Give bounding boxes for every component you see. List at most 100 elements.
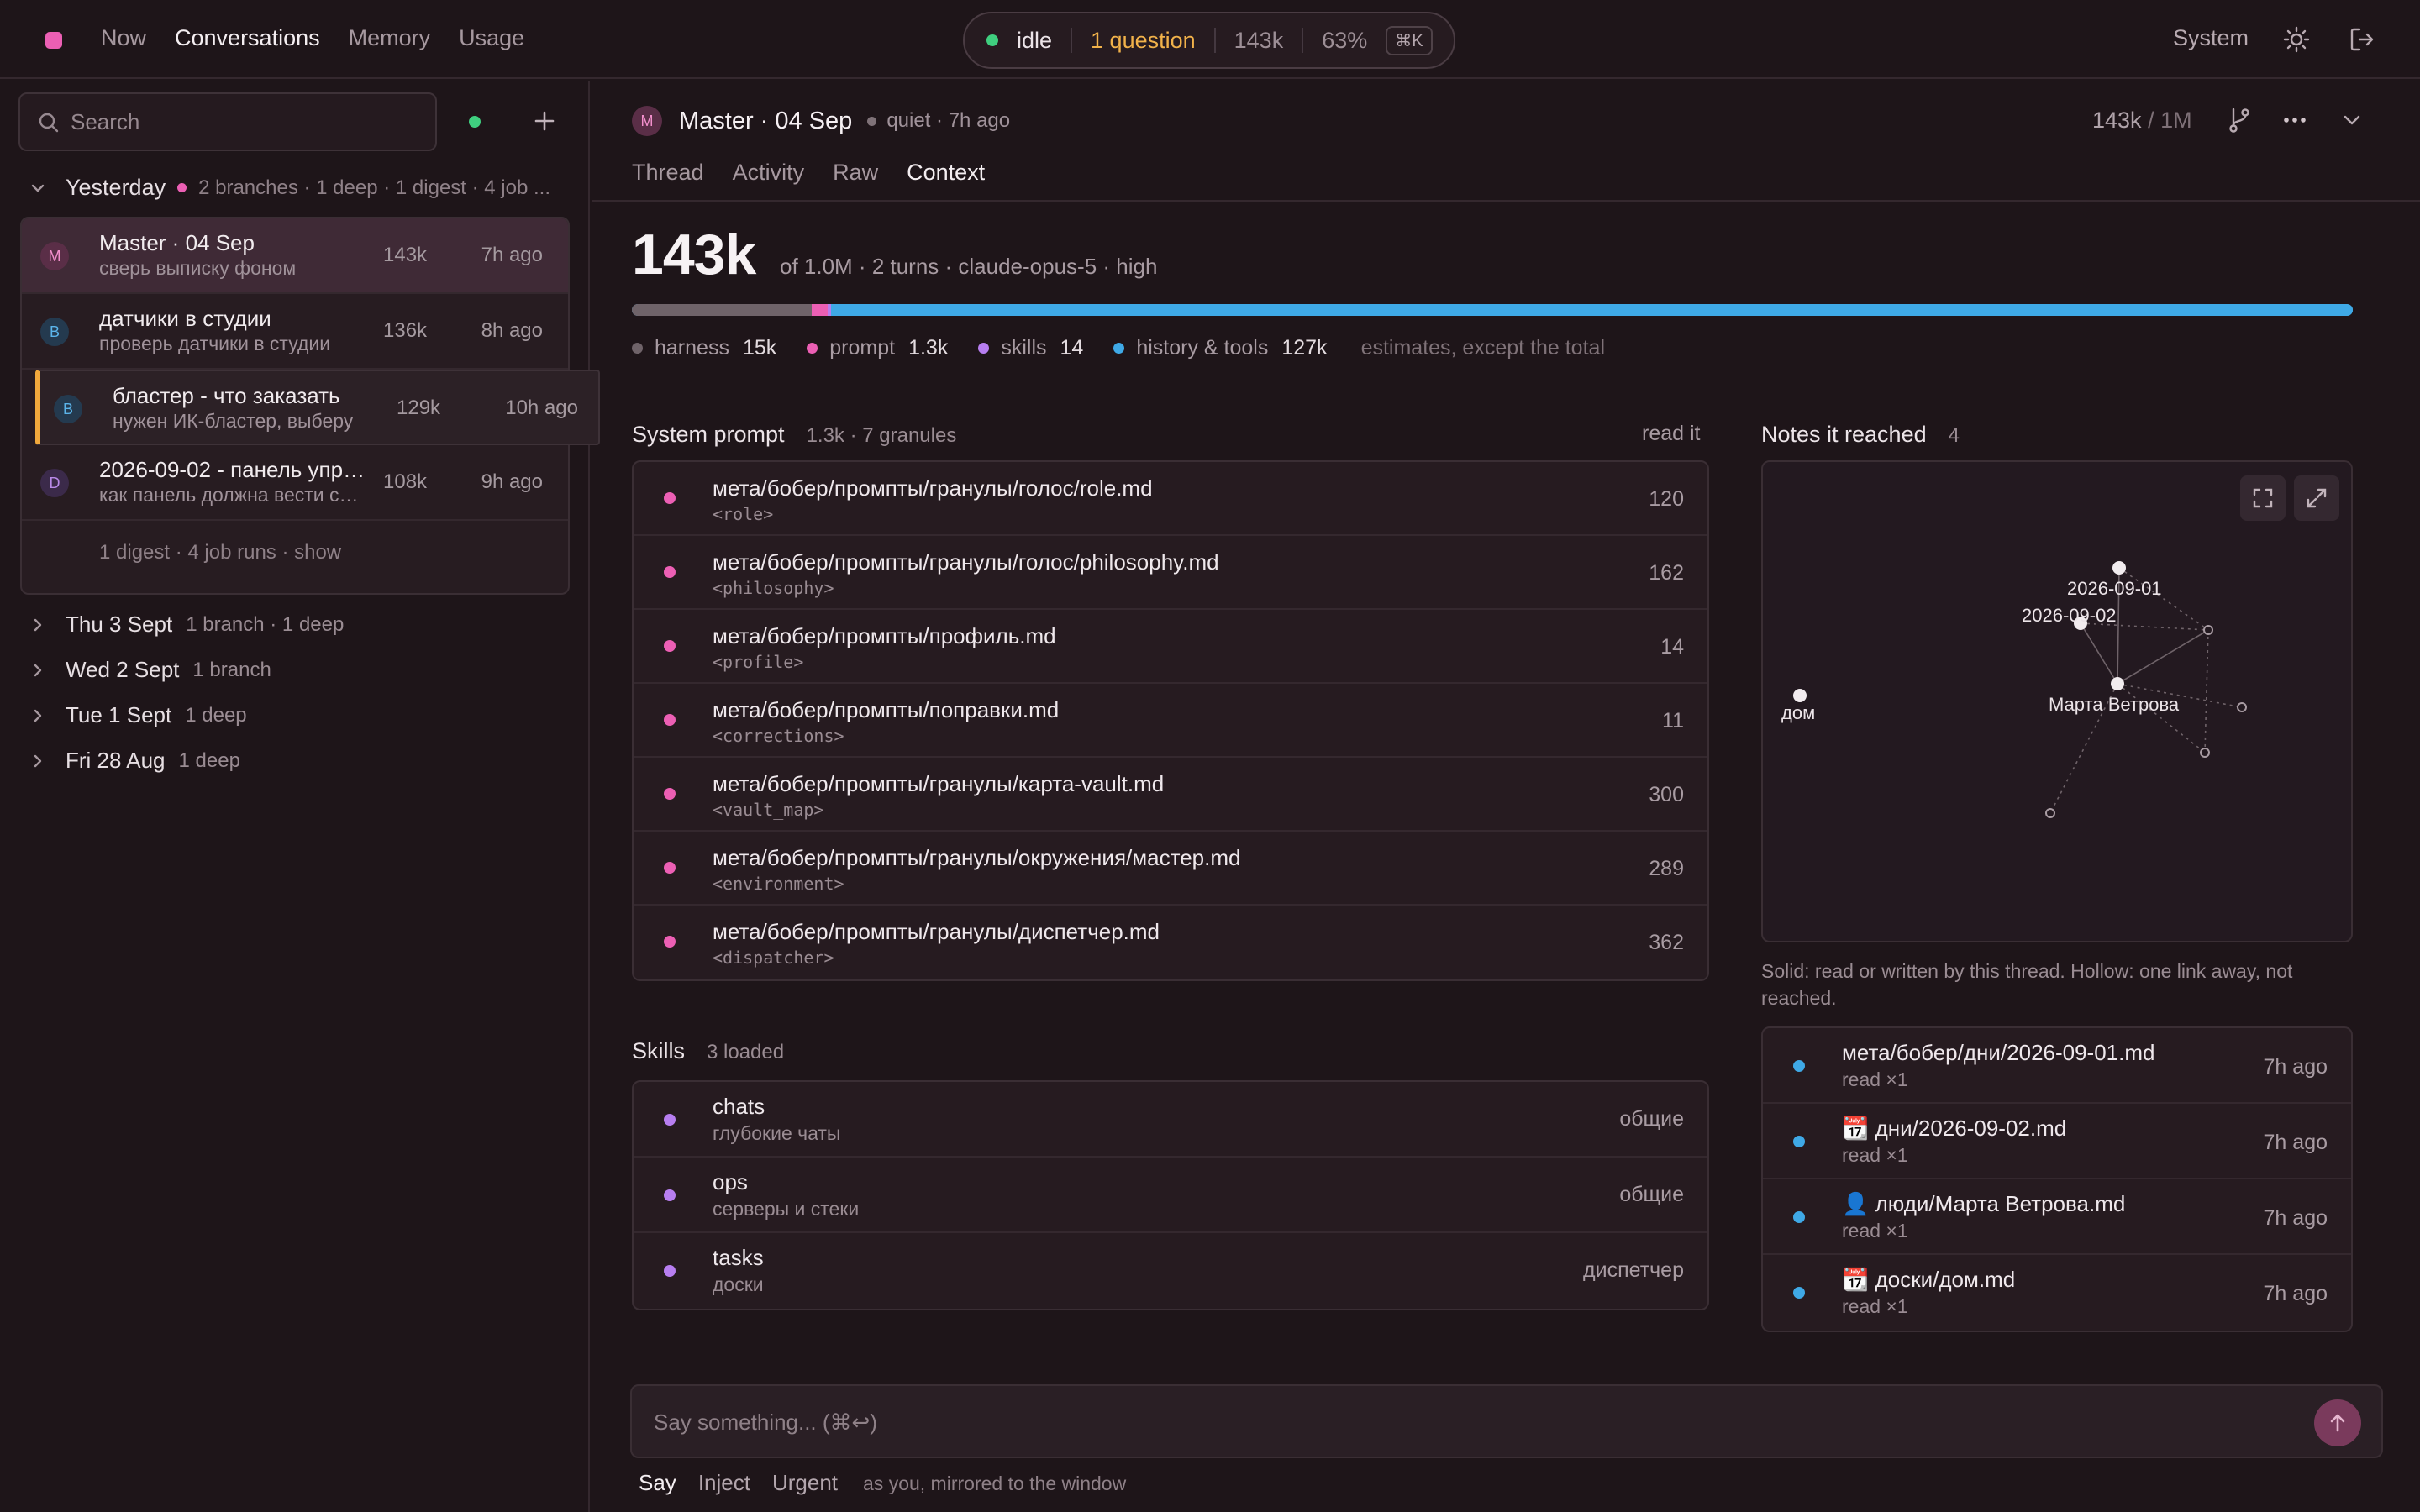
day-group[interactable]: Fri 28 Aug 1 deep xyxy=(29,748,240,774)
status-questions[interactable]: 1 question xyxy=(1091,28,1196,54)
graph-node-solid[interactable] xyxy=(2111,677,2124,690)
day-group[interactable]: Wed 2 Sept 1 branch xyxy=(29,657,271,683)
nav-conversations[interactable]: Conversations xyxy=(175,25,320,51)
skill-row[interactable]: chats глубокие чаты общие xyxy=(634,1082,1707,1158)
conversation-tokens: 143k xyxy=(383,244,428,266)
skill-row[interactable]: tasks доски диспетчер xyxy=(634,1233,1707,1309)
tab-thread[interactable]: Thread xyxy=(632,160,704,186)
skill-row[interactable]: ops серверы и стеки общие xyxy=(634,1158,1707,1233)
granule-tokens: 120 xyxy=(1649,487,1684,511)
graph-edge xyxy=(2204,629,2209,753)
prompt-granule-row[interactable]: мета/бобер/промпты/гранулы/карта-vault.m… xyxy=(634,758,1707,832)
prompt-granule-row[interactable]: мета/бобер/промпты/гранулы/окружения/мас… xyxy=(634,832,1707,906)
avatar: B xyxy=(54,395,82,423)
arrow-up-icon xyxy=(2330,1414,2345,1432)
granule-dot xyxy=(664,936,676,948)
nav-now[interactable]: Now xyxy=(101,25,146,51)
app-logo[interactable] xyxy=(45,32,62,49)
tab-raw[interactable]: Raw xyxy=(833,160,878,186)
conversation-subtitle: проверь датчики в студии xyxy=(99,333,331,354)
graph-legend-note: Solid: read or written by this thread. H… xyxy=(1761,960,2293,1009)
note-row[interactable]: 📆 дни/2026-09-02.md read ×1 7h ago xyxy=(1763,1104,2351,1179)
thread-title: Master · 04 Sep xyxy=(679,107,853,134)
divider xyxy=(1302,28,1304,53)
sun-icon[interactable] xyxy=(2282,25,2311,54)
composer-placeholder: Say something... (⌘↩) xyxy=(654,1410,877,1435)
section-title: System prompt xyxy=(632,422,785,447)
status-percent: 63% xyxy=(1322,27,1368,53)
legend-value: 1.3k xyxy=(908,336,949,360)
logout-icon[interactable] xyxy=(2348,25,2376,54)
tab-activity[interactable]: Activity xyxy=(733,160,805,186)
mode-say[interactable]: Say xyxy=(639,1470,676,1496)
expand-button[interactable] xyxy=(2294,475,2339,521)
nav-memory[interactable]: Memory xyxy=(349,25,431,51)
day-label: Fri 28 Aug xyxy=(66,748,166,773)
conversation-age: 9h ago xyxy=(481,470,543,493)
section-summary: 3 loaded xyxy=(707,1041,785,1063)
skill-name: ops xyxy=(713,1169,748,1194)
new-conversation-plus-icon[interactable] xyxy=(529,106,560,136)
more-icon[interactable] xyxy=(2281,106,2309,134)
digest-toggle[interactable]: 1 digest · 4 job runs · show xyxy=(99,541,341,564)
git-branch-icon[interactable] xyxy=(2225,106,2254,134)
granule-tokens: 362 xyxy=(1649,931,1684,954)
graph-node-solid[interactable] xyxy=(1793,689,1807,702)
conversation-title: датчики в студии xyxy=(99,306,271,331)
context-total: 143k xyxy=(632,223,756,286)
status-pill[interactable]: idle 1 question 143k 63% ⌘K xyxy=(963,12,1455,69)
conversation-subtitle: как панель должна вести себя xyxy=(99,484,368,506)
conversation-item[interactable]: B бластер - что заказать нужен ИК-бласте… xyxy=(35,370,600,445)
prompt-granule-row[interactable]: мета/бобер/промпты/поправки.md <correcti… xyxy=(634,684,1707,758)
tab-context[interactable]: Context xyxy=(907,160,985,186)
prompt-granule-row[interactable]: мета/бобер/промпты/гранулы/голос/role.md… xyxy=(634,462,1707,536)
conversation-item[interactable]: M Master · 04 Sep сверь выписку фоном 14… xyxy=(22,218,568,294)
day-meta: 1 branch xyxy=(192,658,271,681)
prompt-granule-row[interactable]: мета/бобер/промпты/гранулы/диспетчер.md … xyxy=(634,906,1707,979)
usage-segment-prompt xyxy=(812,304,828,316)
note-row[interactable]: 📆 доски/дом.md read ×1 7h ago xyxy=(1763,1255,2351,1331)
read-it-link[interactable]: read it xyxy=(1642,422,1700,446)
graph-node-hollow[interactable] xyxy=(2200,748,2210,758)
message-composer[interactable]: Say something... (⌘↩) xyxy=(630,1384,2383,1458)
avatar: D xyxy=(40,469,69,497)
send-button[interactable] xyxy=(2314,1399,2361,1446)
chevron-right-icon xyxy=(34,709,42,722)
chevron-right-icon xyxy=(34,754,42,767)
legend-value: 14 xyxy=(1060,336,1084,360)
conversation-item[interactable]: D 2026-09-02 - панель управления как пан… xyxy=(22,445,568,521)
graph-node-hollow[interactable] xyxy=(2237,702,2247,712)
granule-dot xyxy=(664,862,676,874)
mode-inject[interactable]: Inject xyxy=(698,1470,750,1496)
legend-dot xyxy=(807,343,818,354)
main-panel: M Master · 04 Sep quiet · 7h ago 143k / … xyxy=(592,81,2420,1512)
group-meta: 2 branches · 1 deep · 1 digest · 4 job .… xyxy=(198,176,551,199)
note-dot xyxy=(1793,1136,1805,1147)
prompt-granule-row[interactable]: мета/бобер/промпты/профиль.md <profile> … xyxy=(634,610,1707,684)
notes-graph[interactable]: 2026-09-01 2026-09-02 Марта Ветрова дом xyxy=(1761,460,2353,942)
day-group[interactable]: Tue 1 Sept 1 deep xyxy=(29,702,247,728)
nav-usage[interactable]: Usage xyxy=(459,25,524,51)
day-group[interactable]: Thu 3 Sept 1 branch · 1 deep xyxy=(29,612,344,638)
system-mode-button[interactable]: System xyxy=(2173,25,2249,51)
note-path: доски/дом.md xyxy=(1875,1267,2016,1292)
graph-node-hollow[interactable] xyxy=(2203,625,2213,635)
note-row[interactable]: 👤 люди/Марта Ветрова.md read ×1 7h ago xyxy=(1763,1179,2351,1255)
search-input[interactable]: Search xyxy=(18,92,437,151)
graph-node-solid[interactable] xyxy=(2112,561,2126,575)
group-yesterday[interactable]: Yesterday 2 branches · 1 deep · 1 digest… xyxy=(29,175,566,201)
note-path-line: мета/бобер/дни/2026-09-01.md xyxy=(1842,1040,2154,1066)
fit-view-button[interactable] xyxy=(2240,475,2286,521)
prompt-granule-row[interactable]: мета/бобер/промпты/гранулы/голос/philoso… xyxy=(634,536,1707,610)
note-dot xyxy=(1793,1060,1805,1072)
conversation-item[interactable]: B датчики в студии проверь датчики в сту… xyxy=(22,294,568,370)
conversation-subtitle: сверь выписку фоном xyxy=(99,257,297,279)
granule-dot xyxy=(664,714,676,726)
avatar: B xyxy=(40,318,69,346)
chevron-down-icon[interactable] xyxy=(2339,108,2365,133)
note-row[interactable]: мета/бобер/дни/2026-09-01.md read ×1 7h … xyxy=(1763,1028,2351,1104)
graph-node-hollow[interactable] xyxy=(2045,808,2055,818)
granule-tokens: 162 xyxy=(1649,561,1684,585)
legend-dot xyxy=(632,343,643,354)
mode-urgent[interactable]: Urgent xyxy=(772,1470,838,1496)
